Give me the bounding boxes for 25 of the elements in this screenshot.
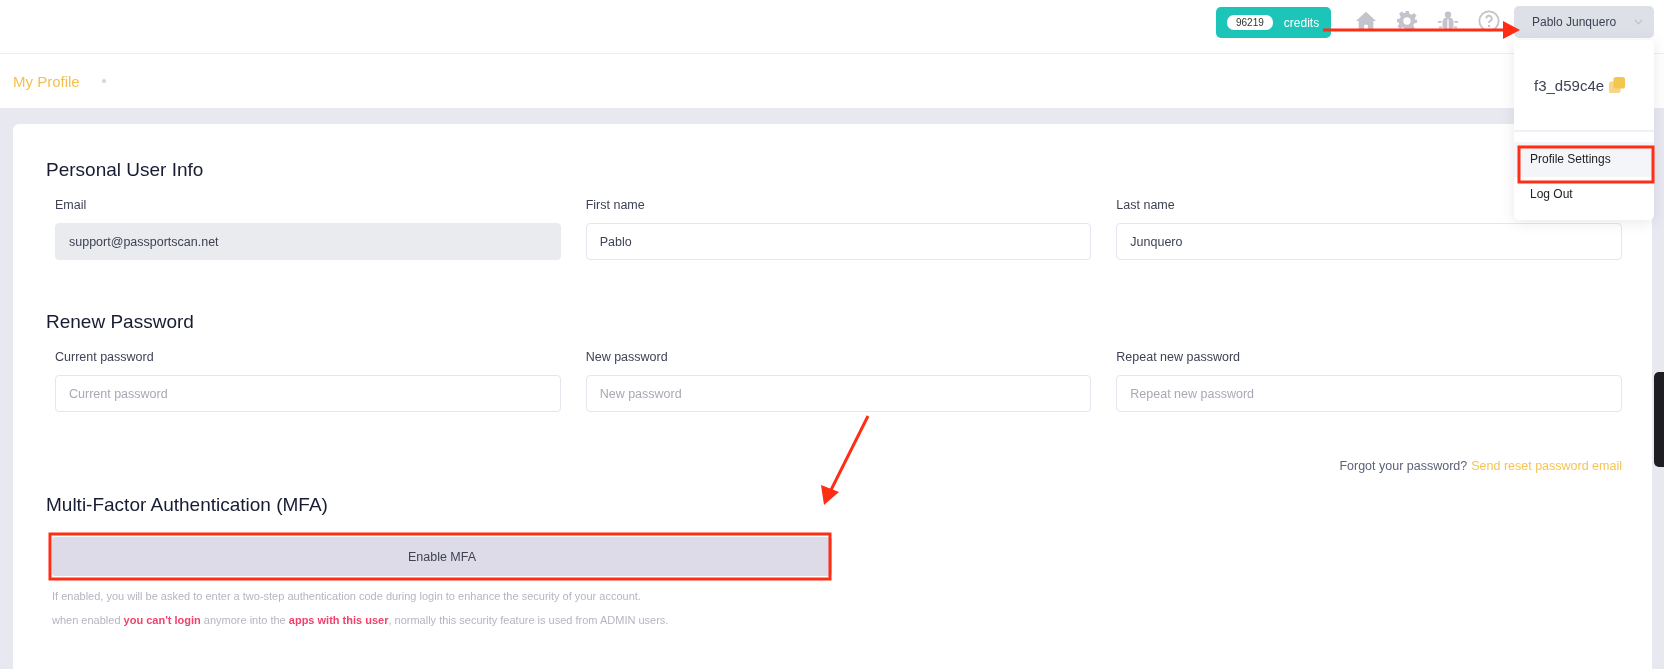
section-title: Personal User Info xyxy=(46,158,204,182)
password-field[interactable]: Current password xyxy=(55,375,561,412)
field-label: New password xyxy=(585,350,668,364)
enable-mfa-button[interactable]: Enable MFA xyxy=(52,537,832,576)
user-menu-button[interactable]: Pablo Junquero xyxy=(1514,6,1654,38)
field-label: Last name xyxy=(1116,198,1175,212)
section-title: Renew Password xyxy=(46,310,194,334)
user-id: f3_d59c4e xyxy=(1534,76,1605,94)
field-label: First name xyxy=(585,198,645,212)
forgot-password-text: Forgot your password? xyxy=(1339,459,1468,473)
password-field[interactable]: Repeat new password xyxy=(1116,375,1622,412)
credits-badge[interactable]: 96219 credits xyxy=(1216,7,1331,38)
field-label: Current password xyxy=(55,350,154,364)
page-title: My Profile xyxy=(13,72,80,90)
mfa-note: when enabled you can't login anymore into the apps with this user, normally this security feature is used from ADMIN users. xyxy=(52,613,669,628)
password-field[interactable]: New password xyxy=(585,375,1092,412)
input-field[interactable]: Junquero xyxy=(1116,223,1622,260)
input-field[interactable]: Pablo xyxy=(585,223,1092,260)
dropdown-item[interactable]: Log Out xyxy=(1514,177,1654,212)
field-label: Repeat new password xyxy=(1116,350,1240,364)
field-label: Email xyxy=(55,198,87,212)
mfa-note: If enabled, you will be asked to enter a two-step authentication code during login to enhance the security of your account. xyxy=(52,589,641,604)
credits-label: credits xyxy=(1283,15,1320,30)
section-title: Multi-Factor Authentication (MFA) xyxy=(46,493,328,517)
credits-count: 96219 xyxy=(1227,15,1273,30)
